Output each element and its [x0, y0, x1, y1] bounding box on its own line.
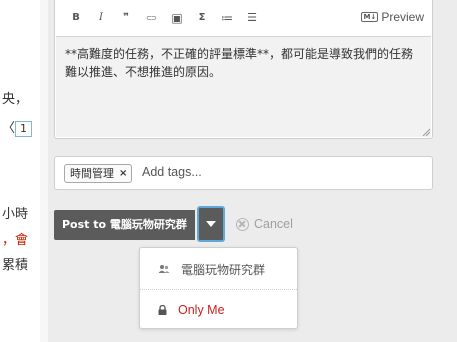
cancel-button[interactable]: Cancel	[236, 217, 293, 231]
cancel-icon	[236, 217, 249, 231]
remove-tag-icon[interactable]: ×	[119, 165, 127, 182]
cancel-label: Cancel	[254, 217, 293, 231]
comment-textarea[interactable]: **高難度的任務，不正確的評量標準**，都可能是導致我們的任務難以推進、不想推進…	[56, 36, 431, 137]
sigma-icon: Σ	[198, 12, 206, 23]
article-fragment: 央，	[2, 92, 29, 107]
editor-toolbar: B I ❞ ⊂⊃ ▣ Σ ≔ ☰ M↓ Preview	[55, 0, 432, 36]
menu-item-group[interactable]: 電腦玩物研究群	[140, 249, 297, 289]
ordered-list-button[interactable]: ≔	[219, 10, 235, 26]
group-icon	[158, 265, 170, 273]
bullet-list-button[interactable]: ☰	[244, 10, 260, 26]
image-button[interactable]: ▣	[169, 10, 185, 26]
article-fragment-highlight: ，會	[2, 233, 29, 248]
image-icon: ▣	[171, 11, 183, 25]
caret-down-icon	[206, 221, 216, 227]
preview-label: Preview	[381, 10, 424, 24]
link-icon: ⊂⊃	[146, 14, 157, 22]
gutter	[40, 0, 48, 342]
comment-panel: B I ❞ ⊂⊃ ▣ Σ ≔ ☰ M↓ Preview **高難度的任務，不正確…	[50, 0, 445, 342]
background-article: 央， 〈 1 小時 ，會 累積	[0, 0, 40, 342]
math-button[interactable]: Σ	[194, 10, 210, 26]
markdown-icon: M↓	[361, 12, 379, 22]
lock-icon	[158, 304, 167, 315]
ordered-list-icon: ≔	[221, 11, 233, 25]
quote-button[interactable]: ❞	[118, 10, 134, 26]
article-fragment: 累積	[2, 258, 29, 273]
tag-input[interactable]: Add tags...	[142, 165, 202, 179]
post-button[interactable]: Post to 電腦玩物研究群	[54, 210, 195, 240]
markdown-editor: B I ❞ ⊂⊃ ▣ Σ ≔ ☰ M↓ Preview **高難度的任務，不正確…	[54, 0, 433, 139]
link-button[interactable]: ⊂⊃	[143, 10, 159, 26]
italic-button[interactable]: I	[93, 10, 109, 26]
post-target-toggle[interactable]	[197, 206, 225, 242]
article-fragment: 小時	[2, 207, 29, 222]
tag-label: 時間管理	[70, 167, 114, 180]
footnote-number: 1	[15, 121, 33, 137]
menu-item-label: 電腦玩物研究群	[181, 262, 266, 277]
preview-button[interactable]: M↓ Preview	[361, 10, 424, 24]
footnote-badge[interactable]: 〈 1	[2, 117, 33, 137]
tag-chip: 時間管理 ×	[64, 164, 133, 183]
resize-handle-icon[interactable]	[422, 128, 430, 136]
bullet-list-icon: ☰	[247, 11, 257, 24]
quote-icon: ❞	[123, 12, 129, 23]
menu-item-only-me[interactable]: Only Me	[140, 289, 297, 329]
bold-button[interactable]: B	[68, 10, 84, 26]
post-target-menu: 電腦玩物研究群 Only Me	[139, 247, 298, 329]
bold-icon: B	[72, 12, 80, 23]
menu-item-label: Only Me	[178, 302, 225, 317]
italic-icon: I	[99, 12, 103, 23]
tags-field[interactable]: 時間管理 × Add tags...	[54, 156, 433, 190]
